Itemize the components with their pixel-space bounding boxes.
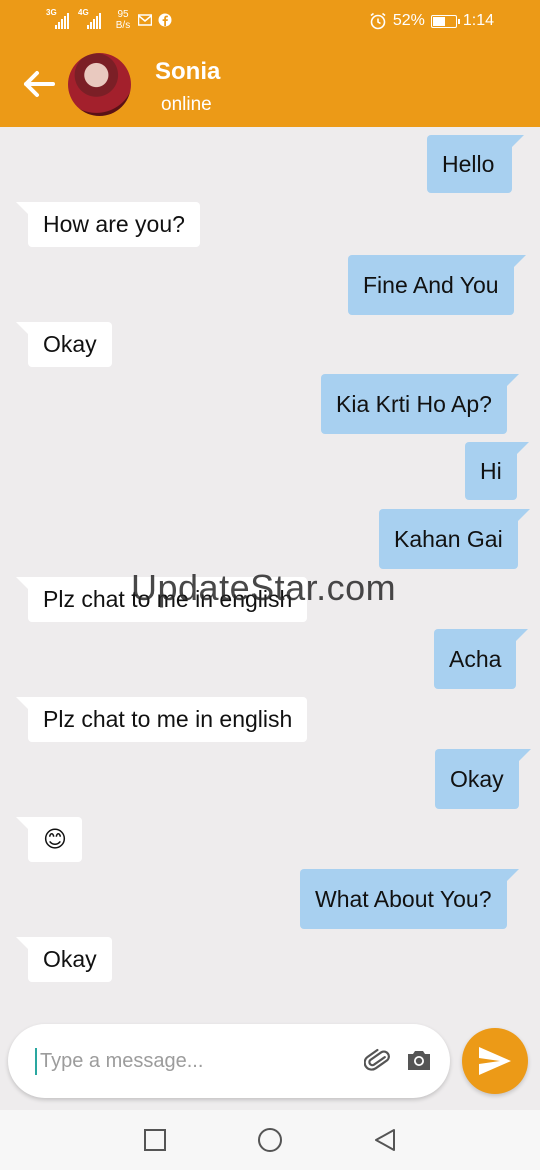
send-button[interactable] bbox=[462, 1028, 528, 1094]
send-icon bbox=[479, 1047, 511, 1075]
message-outgoing[interactable]: Hi bbox=[465, 442, 529, 500]
home-icon[interactable] bbox=[257, 1128, 283, 1154]
recent-apps-icon[interactable] bbox=[143, 1128, 167, 1152]
message-text: Okay bbox=[43, 946, 97, 972]
message-incoming[interactable]: Plz chat to me in english bbox=[15, 697, 308, 742]
back-arrow-icon[interactable] bbox=[22, 69, 56, 99]
message-text: Plz chat to me in english bbox=[43, 706, 293, 732]
signal-icon: 4G bbox=[78, 9, 104, 29]
signal-icon: 3G bbox=[46, 9, 72, 29]
facebook-icon bbox=[158, 13, 172, 27]
text-caret bbox=[35, 1048, 37, 1075]
watermark: UpdateStar.com bbox=[131, 567, 397, 608]
message-outgoing[interactable]: Kia Krti Ho Ap? bbox=[321, 374, 519, 434]
message-text: Kia Krti Ho Ap? bbox=[336, 391, 492, 417]
message-text: Fine And You bbox=[363, 272, 499, 298]
status-right: 52% 1:14 bbox=[369, 10, 494, 32]
battery-percent: 52% bbox=[392, 12, 425, 29]
chat-header: Sonia online bbox=[0, 42, 540, 127]
message-text: Okay bbox=[450, 766, 504, 792]
message-text: What About You? bbox=[315, 886, 492, 912]
contact-name[interactable]: Sonia bbox=[155, 58, 220, 86]
alarm-icon bbox=[370, 12, 386, 30]
contact-status: online bbox=[161, 94, 212, 115]
network-speed-value: 95 bbox=[117, 9, 129, 20]
message-outgoing[interactable]: Fine And You bbox=[348, 255, 526, 315]
message-incoming[interactable]: Okay bbox=[16, 322, 112, 367]
status-left: 3G 4G 95 B/s bbox=[46, 9, 172, 33]
message-outgoing[interactable]: Kahan Gai bbox=[379, 509, 530, 569]
message-incoming[interactable]: 😊 bbox=[16, 817, 82, 862]
message-text: Acha bbox=[449, 646, 502, 672]
message-input[interactable] bbox=[40, 1042, 340, 1080]
avatar[interactable] bbox=[68, 53, 131, 116]
network-speed: 95 B/s bbox=[114, 9, 132, 31]
camera-icon[interactable] bbox=[406, 1048, 432, 1072]
message-outgoing[interactable]: Acha bbox=[434, 629, 529, 689]
status-bar: 3G 4G 95 B/s 52% 1:14 bbox=[0, 0, 540, 42]
message-text: Okay bbox=[43, 331, 97, 357]
battery-icon bbox=[430, 14, 460, 28]
message-text: Hi bbox=[480, 458, 502, 484]
system-navigation-bar bbox=[0, 1110, 540, 1170]
message-text: Kahan Gai bbox=[394, 526, 503, 552]
gmail-icon bbox=[138, 14, 152, 26]
message-incoming[interactable]: How are you? bbox=[16, 202, 200, 247]
message-outgoing[interactable]: Okay bbox=[435, 749, 531, 809]
message-text: Hello bbox=[442, 151, 495, 177]
back-icon[interactable] bbox=[373, 1128, 397, 1154]
message-composer bbox=[8, 1024, 450, 1098]
message-outgoing[interactable]: Hello bbox=[427, 135, 524, 193]
message-outgoing[interactable]: What About You? bbox=[300, 869, 518, 929]
message-incoming[interactable]: Okay bbox=[16, 937, 112, 982]
message-text: 😊 bbox=[43, 826, 67, 852]
network-speed-unit: B/s bbox=[115, 20, 131, 31]
message-text: How are you? bbox=[43, 211, 185, 237]
attach-icon[interactable] bbox=[364, 1047, 392, 1075]
clock: 1:14 bbox=[462, 12, 494, 29]
